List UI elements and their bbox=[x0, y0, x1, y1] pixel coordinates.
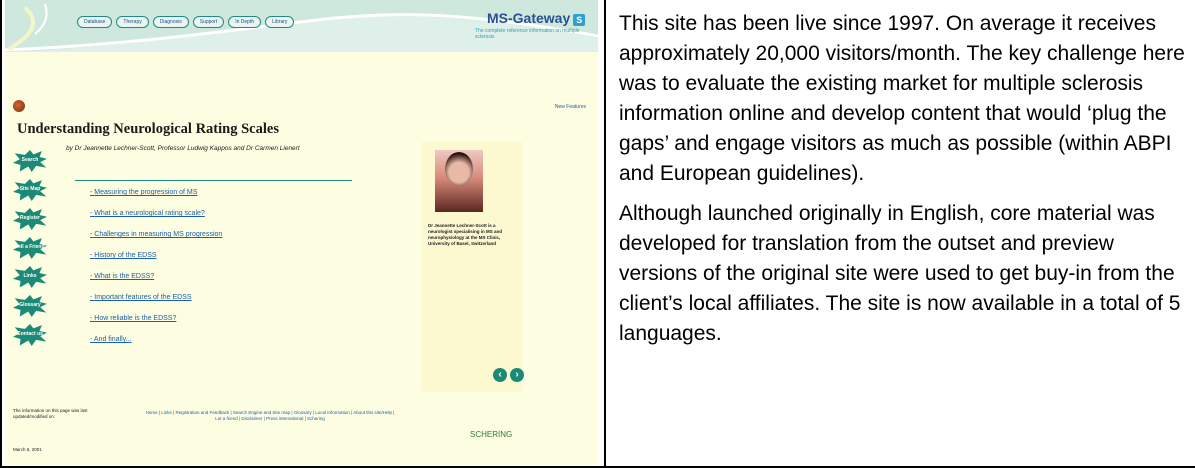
menu-link[interactable]: And finally... bbox=[90, 335, 222, 356]
menu-link[interactable]: History of the EDSS bbox=[90, 251, 222, 272]
menu-link[interactable]: Measuring the progression of MS bbox=[90, 188, 222, 209]
footer-date: March 6, 2001 bbox=[13, 447, 42, 452]
nav-tab-in-depth[interactable]: In Depth bbox=[228, 16, 262, 28]
column-divider bbox=[604, 0, 606, 468]
sidebar-label: Links bbox=[23, 273, 37, 279]
nav-tab-therapy[interactable]: Therapy bbox=[116, 16, 149, 28]
description-paragraph: Although launched originally in English,… bbox=[619, 202, 1181, 345]
description-paragraph: This site has been live since 1997. On a… bbox=[619, 12, 1185, 185]
sidebar-label: Glossary bbox=[19, 302, 41, 308]
sidebar-button-tell-a-friend[interactable]: Tell a Friend bbox=[13, 237, 47, 259]
sidebar-label: Contact us bbox=[17, 331, 43, 337]
sidebar-button-search[interactable]: Search bbox=[13, 150, 47, 172]
sidebar-label: Search bbox=[21, 157, 39, 163]
sidebar-button-contact-us[interactable]: Contact us bbox=[13, 324, 47, 346]
footer-links[interactable]: Home | Links | Registration and Feedback… bbox=[145, 410, 395, 422]
menu-link[interactable]: How reliable is the EDSS? bbox=[90, 314, 222, 335]
site-logo[interactable]: MS-Gateway S bbox=[487, 10, 586, 26]
sidebar-button-site-map[interactable]: Site Map bbox=[13, 179, 47, 201]
menu-link[interactable]: What is the EDSS? bbox=[90, 272, 222, 293]
article-menu: Measuring the progression of MS What is … bbox=[90, 188, 222, 356]
divider-rule bbox=[75, 180, 352, 181]
sidebar-button-glossary[interactable]: Glossary bbox=[13, 295, 47, 317]
nav-tab-diagnosis[interactable]: Diagnosis bbox=[152, 16, 189, 28]
page-nav: ‹ › bbox=[493, 368, 524, 382]
authors-line: by Dr Jeannette Lechner-Scott, Professor… bbox=[66, 145, 300, 152]
website-screenshot: Database Therapy Diagnosis Support In De… bbox=[5, 0, 598, 465]
menu-link[interactable]: Important features of the EDSS bbox=[90, 293, 222, 314]
nav-tab-library[interactable]: Library bbox=[265, 16, 295, 28]
footer-update-note: The information on this page was last up… bbox=[13, 408, 88, 419]
menu-link[interactable]: Challenges in measuring MS progression bbox=[90, 230, 222, 251]
author-caption: Dr Jeannette Lechner-Scott is a neurolog… bbox=[428, 223, 503, 246]
site-nav: Database Therapy Diagnosis Support In De… bbox=[77, 16, 295, 28]
swirl-icon bbox=[13, 100, 25, 112]
forward-arrow-icon[interactable]: › bbox=[510, 368, 524, 382]
author-photo bbox=[435, 150, 483, 212]
brand-tagline: The complete reference information on mu… bbox=[475, 28, 580, 40]
logo-mark-icon: S bbox=[573, 14, 586, 26]
back-arrow-icon[interactable]: ‹ bbox=[493, 368, 507, 382]
new-features-link[interactable]: New Features bbox=[555, 104, 586, 110]
page-title: Understanding Neurological Rating Scales bbox=[17, 121, 279, 137]
sidebar-button-links[interactable]: Links bbox=[13, 266, 47, 288]
sidebar-label: Register bbox=[19, 215, 40, 221]
menu-link[interactable]: What is a neurological rating scale? bbox=[90, 209, 222, 230]
sidebar-label: Tell a Friend bbox=[15, 244, 45, 250]
sponsor-logo: SCHERING bbox=[470, 430, 513, 439]
nav-tab-support[interactable]: Support bbox=[192, 16, 225, 28]
logo-text: MS-Gateway bbox=[487, 10, 571, 26]
sidebar-label: Site Map bbox=[19, 186, 41, 192]
description: This site has been live since 1997. On a… bbox=[619, 9, 1187, 359]
sidebar-button-register[interactable]: Register bbox=[13, 208, 47, 230]
sidebar: Search Site Map Register Tell a Friend L… bbox=[13, 150, 47, 353]
nav-tab-database[interactable]: Database bbox=[77, 16, 113, 28]
